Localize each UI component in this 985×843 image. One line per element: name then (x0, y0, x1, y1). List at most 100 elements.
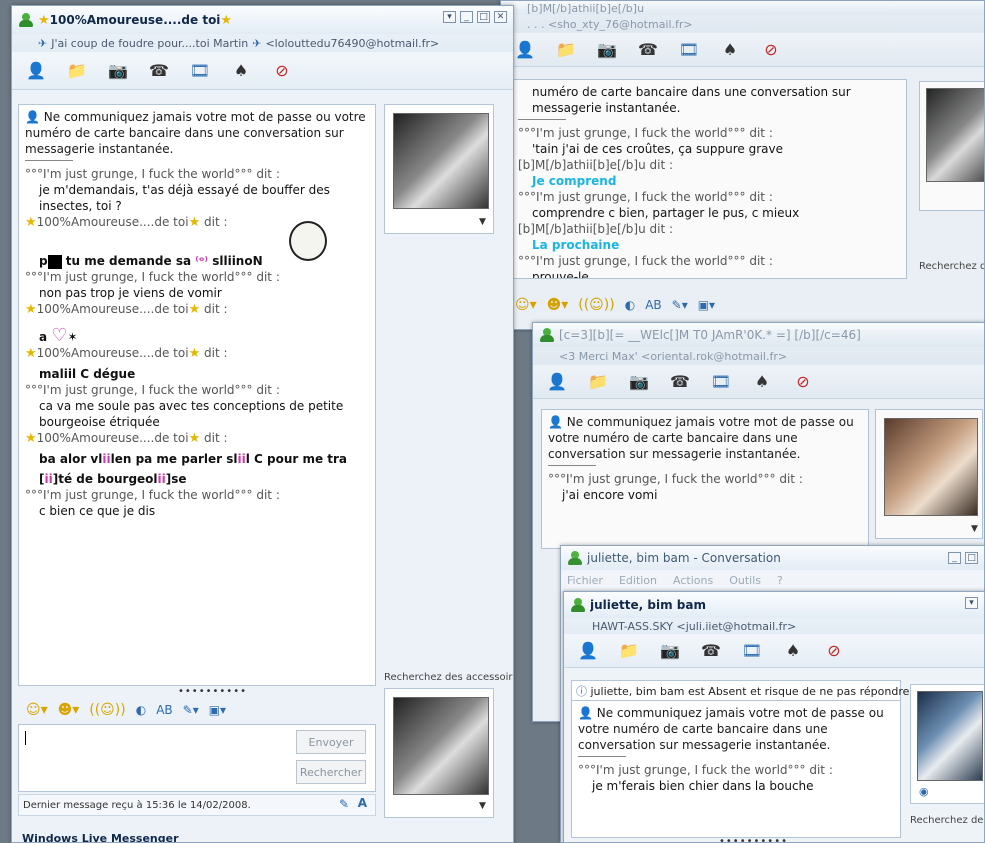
voice-clip-icon[interactable]: ◐ (625, 298, 635, 312)
conversation-window-mathieu[interactable]: [b]M[/b]athii[b]e[/b]u . . . <sho_xty_76… (500, 0, 985, 330)
conversation-window-juliette[interactable]: juliette, bim bam ▾ HAWT-ASS.SKY <juli.i… (563, 591, 985, 843)
font-icon[interactable]: AB (156, 703, 172, 717)
webcam-icon[interactable]: 📷 (627, 371, 651, 393)
window-controls: _ □ (948, 552, 978, 564)
resize-grip[interactable]: •••••••••• (719, 836, 788, 842)
invite-contact-icon[interactable]: 👤 (576, 640, 600, 662)
send-files-icon[interactable]: 📁 (586, 371, 610, 393)
nudge-icon[interactable]: ((☺)) (89, 702, 125, 718)
window-title: [c=3][b][= __WElc[]M T0 JAmR'0K.* =] [/b… (559, 328, 861, 342)
webcam-icon[interactable]: 📷 (658, 640, 682, 662)
avatar-dropdown-icon[interactable]: ▼ (479, 801, 486, 811)
avatar-dropdown-icon[interactable]: ▼ (479, 217, 486, 227)
conversation-history: numéro de carte bancaire dans une conver… (511, 79, 907, 279)
maximize-icon[interactable]: □ (477, 11, 490, 23)
action-toolbar: 👤 📁 📷 ☎ 🎞 ♠ ⊘ (12, 52, 513, 90)
menu-fichier[interactable]: Fichier (567, 574, 603, 587)
send-files-icon[interactable]: 📁 (617, 640, 641, 662)
menu-dropdown-icon[interactable]: ▾ (443, 11, 456, 23)
nudge-icon[interactable]: ((☺)) (578, 297, 614, 313)
invite-contact-icon[interactable]: 👤 (513, 39, 537, 61)
contact-avatar-frame: ◉ (910, 684, 984, 804)
title-bar[interactable]: [c=3][b][= __WElc[]M T0 JAmR'0K.* =] [/b… (533, 323, 984, 347)
app-brand: Windows Live Messenger (22, 832, 179, 843)
color-icon[interactable]: ✎▾ (672, 298, 688, 312)
send-button[interactable]: Envoyer (296, 730, 366, 754)
video-icon[interactable]: 🎞 (740, 640, 764, 662)
conversation-history: 👤 Ne communiquez jamais votre mot de pas… (18, 104, 376, 686)
call-icon[interactable]: ☎ (147, 60, 171, 82)
invite-contact-icon[interactable]: 👤 (24, 60, 48, 82)
message-text: maliil C dégue (39, 367, 136, 381)
send-files-icon[interactable]: 📁 (554, 39, 578, 61)
font-icon[interactable]: AB (645, 298, 661, 312)
maximize-icon[interactable]: □ (965, 552, 978, 564)
games-icon[interactable]: ♠ (750, 371, 774, 393)
video-icon[interactable]: 🎞 (677, 39, 701, 61)
search-button[interactable]: Rechercher (296, 760, 366, 784)
emoticon-icon[interactable]: ☺▾ (26, 702, 48, 718)
block-icon[interactable]: ⊘ (270, 60, 294, 82)
emoticon-toolbar: ☺▾ ☻▾ ((☺)) ◐ AB ✎▾ ▣▾ (515, 297, 715, 313)
voice-clip-icon[interactable]: ◐ (136, 703, 146, 717)
avatar-dropdown-icon[interactable]: ▼ (971, 524, 978, 534)
block-icon[interactable]: ⊘ (791, 371, 815, 393)
send-files-icon[interactable]: 📁 (65, 60, 89, 82)
handwriting-icon[interactable]: ✎ (339, 797, 349, 811)
invite-contact-icon[interactable]: 👤 (545, 371, 569, 393)
message-text: messagerie instantanée. (532, 101, 681, 115)
personal-message-icon: ✈ (252, 36, 262, 50)
title-bar[interactable]: juliette, bim bam - Conversation _ □ (561, 546, 984, 570)
message-text: La prochaine (532, 238, 620, 252)
webcam-small-icon[interactable]: ◉ (919, 785, 929, 798)
message-text: numéro de carte bancaire dans une conver… (532, 85, 851, 99)
video-icon[interactable]: 🎞 (709, 371, 733, 393)
contact-avatar-photo (926, 88, 984, 182)
emoticon-icon[interactable]: ☺▾ (515, 297, 537, 313)
video-icon[interactable]: 🎞 (188, 60, 212, 82)
sender-label: [b]M[/b]athii[b]e[/b]u dit : (518, 158, 674, 172)
menu-dropdown-icon[interactable]: ▾ (965, 597, 978, 609)
resize-grip[interactable]: •••••••••• (178, 686, 247, 697)
games-icon[interactable]: ♠ (718, 39, 742, 61)
menu-edition[interactable]: Edition (619, 574, 657, 587)
accessories-label: Recherchez des a (919, 261, 984, 272)
webcam-icon[interactable]: 📷 (595, 39, 619, 61)
window-title: juliette, bim bam - Conversation (587, 551, 781, 565)
conversation-window-amoureuse[interactable]: ★ 100%Amoureuse....de toi ★ ▾ _ □ ✕ ✈ J'… (11, 5, 514, 843)
text-mode-icon[interactable]: A (358, 796, 367, 810)
wink-icon[interactable]: ☻▾ (547, 297, 569, 313)
games-icon[interactable]: ♠ (781, 640, 805, 662)
background-icon[interactable]: ▣▾ (209, 703, 226, 717)
games-icon[interactable]: ♠ (229, 60, 253, 82)
warning-text: 👤 Ne communiquez jamais votre mot de pas… (548, 415, 854, 461)
message-text: ca va me soule pas avec tes conceptions … (39, 399, 344, 429)
background-icon[interactable]: ▣▾ (698, 298, 715, 312)
close-icon[interactable]: ✕ (494, 11, 507, 23)
call-icon[interactable]: ☎ (699, 640, 723, 662)
sender-label: °°°I'm just grunge, I fuck the world°°° … (548, 472, 803, 486)
contact-avatar-frame: ▼ (384, 104, 494, 234)
sender-label: ★100%Amoureuse....de toi★ dit : (25, 431, 228, 446)
minimize-icon[interactable]: _ (460, 11, 473, 23)
minimize-icon[interactable]: _ (948, 552, 961, 564)
color-icon[interactable]: ✎▾ (183, 703, 199, 717)
buddy-status-icon (539, 328, 555, 342)
window-controls: ▾ (965, 597, 978, 609)
info-person-icon: 👤 (578, 706, 593, 720)
title-bar[interactable]: ★ 100%Amoureuse....de toi ★ ▾ _ □ ✕ (12, 6, 513, 34)
menu-outils[interactable]: Outils (729, 574, 761, 587)
block-icon[interactable]: ⊘ (759, 39, 783, 61)
menu-help[interactable]: ? (777, 574, 783, 587)
call-icon[interactable]: ☎ (668, 371, 692, 393)
title-bar[interactable]: [b]M[/b]athii[b]e[/b]u (501, 1, 984, 15)
title-bar[interactable]: juliette, bim bam ▾ (564, 592, 984, 618)
block-icon[interactable]: ⊘ (822, 640, 846, 662)
menu-actions[interactable]: Actions (673, 574, 713, 587)
wink-icon[interactable]: ☻▾ (58, 702, 80, 718)
call-icon[interactable]: ☎ (636, 39, 660, 61)
conversation-history: 👤 Ne communiquez jamais votre mot de pas… (541, 409, 869, 549)
sender-label: °°°I'm just grunge, I fuck the world°°° … (518, 190, 773, 204)
contact-subline: . . . <sho_xty_76@hotmail.fr> (501, 15, 984, 33)
webcam-icon[interactable]: 📷 (106, 60, 130, 82)
